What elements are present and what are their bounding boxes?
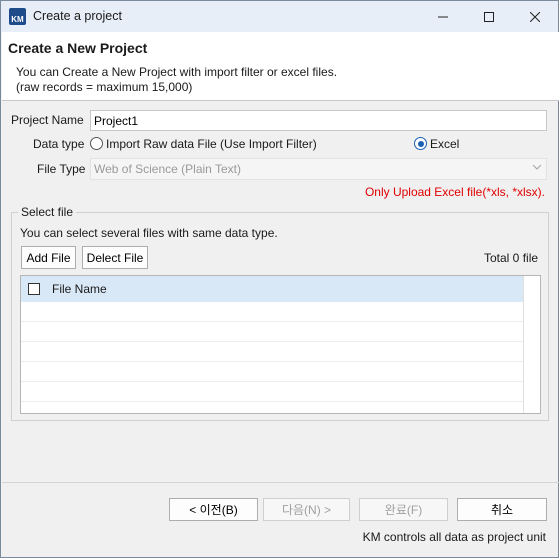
app-logo-icon: KM xyxy=(9,8,26,25)
create-project-dialog: KM Create a project Create a New Project… xyxy=(0,0,559,558)
close-button[interactable] xyxy=(512,1,558,32)
cancel-button[interactable]: 취소 xyxy=(457,498,547,521)
window-title: Create a project xyxy=(33,9,122,23)
select-all-checkbox[interactable] xyxy=(28,283,40,295)
delete-file-button[interactable]: Delect File xyxy=(82,246,148,269)
add-file-button[interactable]: Add File xyxy=(21,246,76,269)
table-row-divider xyxy=(21,341,523,342)
table-row-divider xyxy=(21,321,523,322)
excel-only-warning: Only Upload Excel file(*xls, *xlsx). xyxy=(364,185,545,199)
table-row-divider xyxy=(21,381,523,382)
project-name-label: Project Name xyxy=(11,113,84,127)
total-files-count: Total 0 file xyxy=(484,251,539,265)
file-type-select[interactable]: Web of Science (Plain Text) xyxy=(90,158,547,180)
status-message: KM controls all data as project unit xyxy=(362,530,546,544)
radio-import-raw-label[interactable]: Import Raw data File (Use Import Filter) xyxy=(106,137,317,151)
next-button[interactable]: 다음(N) > xyxy=(263,498,350,521)
minimize-icon xyxy=(438,16,448,17)
table-row-divider xyxy=(21,401,523,402)
file-table[interactable]: File Name xyxy=(20,275,541,414)
table-scrollbar-track[interactable] xyxy=(523,276,524,413)
minimize-button[interactable] xyxy=(420,1,466,32)
finish-button[interactable]: 완료(F) xyxy=(359,498,448,521)
file-type-label: File Type xyxy=(37,162,86,176)
wizard-header: Create a New Project You can Create a Ne… xyxy=(2,32,559,101)
close-icon xyxy=(530,11,540,22)
select-file-title: Select file xyxy=(18,205,77,219)
table-row-divider xyxy=(21,361,523,362)
page-title: Create a New Project xyxy=(8,40,148,56)
project-name-input[interactable] xyxy=(90,110,547,131)
file-type-value: Web of Science (Plain Text) xyxy=(94,162,241,176)
page-description-note: (raw records = maximum 15,000) xyxy=(16,80,193,94)
file-name-column-header[interactable]: File Name xyxy=(52,282,107,296)
maximize-button[interactable] xyxy=(466,1,512,32)
maximize-icon xyxy=(484,11,494,22)
title-bar[interactable]: KM Create a project xyxy=(1,1,558,32)
footer-divider xyxy=(2,482,559,483)
radio-excel-label[interactable]: Excel xyxy=(430,137,459,151)
chevron-down-icon xyxy=(532,162,542,175)
radio-excel[interactable] xyxy=(414,137,427,150)
data-type-label: Data type xyxy=(33,137,85,151)
back-button[interactable]: < 이전(B) xyxy=(169,498,258,521)
file-table-header: File Name xyxy=(21,276,523,302)
radio-import-raw[interactable] xyxy=(90,137,103,150)
select-file-hint: You can select several files with same d… xyxy=(20,226,278,240)
page-description: You can Create a New Project with import… xyxy=(16,65,338,79)
